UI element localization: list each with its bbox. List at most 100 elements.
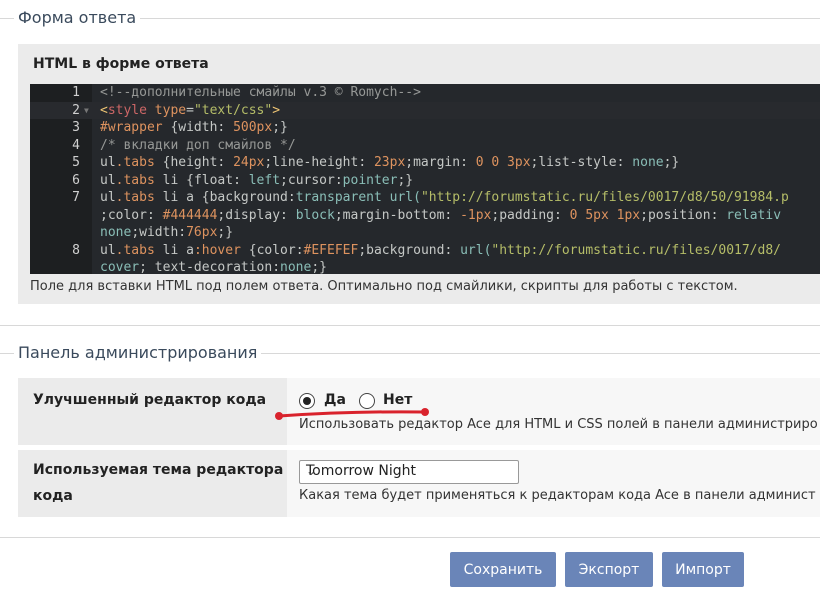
code-token: none bbox=[280, 260, 312, 274]
code-line: 5 ul.tabs {height: 24px; line-height: 23px… bbox=[30, 154, 820, 172]
import-button[interactable]: Импорт bbox=[662, 552, 744, 587]
red-underline-annotation bbox=[275, 408, 429, 420]
code-text: <style type="text/css"> bbox=[100, 102, 280, 120]
line-number: 4 bbox=[72, 137, 80, 153]
answer-form-legend: Форма ответа bbox=[14, 8, 141, 27]
code-token: : bbox=[280, 207, 296, 223]
code-token: pointer bbox=[342, 172, 398, 188]
line-number: 3 bbox=[72, 120, 80, 135]
code-token: none bbox=[632, 155, 664, 170]
code-line: 2 ▼ <style type="text/css"> bbox=[30, 101, 820, 120]
theme-setting-value: Tomorrow Night ⌄ Какая тема будет примен… bbox=[287, 450, 820, 517]
code-token: ; bbox=[100, 207, 108, 223]
theme-setting-label-line1: Используемая тема редактора bbox=[33, 462, 284, 478]
code-token: : bbox=[710, 207, 727, 223]
code-token: > bbox=[272, 102, 281, 118]
code-token: display bbox=[225, 207, 281, 223]
radio-no-label[interactable]: Нет bbox=[383, 392, 412, 408]
radio-yes[interactable] bbox=[299, 393, 315, 409]
code-token: cover bbox=[100, 260, 140, 274]
code-token: { bbox=[162, 120, 179, 135]
code-token: 500px bbox=[233, 120, 273, 135]
code-token: : bbox=[146, 207, 163, 223]
code-line: 4 /* вкладки доп смайлов */ bbox=[30, 137, 820, 155]
fold-arrow-icon[interactable]: ▼ bbox=[84, 102, 89, 120]
code-token: ;} bbox=[272, 120, 288, 135]
code-line: none;width:76px;} bbox=[30, 224, 820, 242]
code-token: float bbox=[193, 172, 234, 188]
code-token: left bbox=[248, 172, 281, 188]
theme-setting-label: Используемая тема редактора кода bbox=[33, 457, 283, 509]
code-token: none bbox=[100, 225, 132, 240]
code-text: cover; text-decoration:none;} bbox=[100, 259, 327, 274]
export-button[interactable]: Экспорт bbox=[565, 552, 653, 587]
code-token: : bbox=[217, 155, 234, 170]
radio-yes-label[interactable]: Да bbox=[324, 392, 346, 408]
code-token: margin-bottom bbox=[342, 207, 445, 223]
code-token: type bbox=[146, 102, 187, 118]
code-token: .tabs bbox=[115, 172, 155, 188]
line-number: 7 bbox=[72, 190, 80, 205]
code-token: .tabs bbox=[115, 155, 155, 170]
code-line: 3 #wrapper {width: 500px;} bbox=[30, 119, 820, 137]
line-number: 2 bbox=[72, 102, 80, 118]
code-token: ul bbox=[100, 242, 116, 258]
code-token: ul bbox=[100, 155, 116, 170]
save-button[interactable]: Сохранить bbox=[450, 552, 556, 587]
code-token: : bbox=[444, 242, 461, 258]
code-token: background bbox=[209, 190, 288, 205]
line-number: 1 bbox=[72, 85, 80, 100]
code-token: 24px bbox=[233, 155, 265, 170]
code-token: 76px bbox=[186, 225, 218, 240]
code-token: : bbox=[444, 207, 461, 223]
html-code-editor[interactable]: 1 <!--дополнительные смайлы v.3 © Romych-… bbox=[30, 84, 820, 274]
code-token: transparent bbox=[295, 190, 390, 205]
code-token: 23px bbox=[373, 155, 406, 170]
code-token: : bbox=[334, 172, 343, 188]
code-token: "http://forumstatic.ru/files/0017/d8/ bbox=[491, 242, 781, 258]
code-token: ; bbox=[640, 207, 648, 223]
code-token: = bbox=[186, 102, 194, 118]
code-token: relativ bbox=[726, 207, 782, 223]
code-token: color bbox=[256, 242, 296, 258]
code-token: block bbox=[295, 207, 335, 223]
code-token: : bbox=[217, 120, 234, 135]
theme-setting-row: Используемая тема редактора кода Tomorro… bbox=[18, 450, 820, 517]
code-token: ;} bbox=[663, 155, 680, 170]
code-token: "http://forumstatic.ru/files/0017/d8/50/… bbox=[420, 190, 789, 205]
code-token: ; bbox=[280, 172, 288, 188]
code-token: : bbox=[616, 155, 633, 170]
code-token: : bbox=[287, 190, 296, 205]
code-text: ul.tabs {height: 24px; line-height: 23px;… bbox=[100, 154, 679, 172]
radio-no[interactable] bbox=[359, 393, 375, 409]
chevron-down-icon: ⌄ bbox=[306, 464, 317, 478]
theme-select[interactable]: Tomorrow Night ⌄ bbox=[299, 460, 519, 484]
code-text: ul.tabs li a {background:transparent url… bbox=[100, 189, 789, 207]
code-token: : bbox=[554, 207, 570, 223]
section-rule-bottom bbox=[0, 537, 820, 538]
line-number: 8 bbox=[72, 242, 80, 258]
code-token: : bbox=[233, 172, 249, 188]
code-token: li a bbox=[154, 242, 194, 258]
code-token: url( bbox=[389, 190, 421, 205]
code-token: ul bbox=[100, 190, 116, 205]
code-token: ul bbox=[100, 172, 116, 188]
code-token: li { bbox=[154, 172, 194, 188]
code-token: ; bbox=[358, 242, 367, 258]
code-token: { bbox=[240, 242, 257, 258]
code-line: 7 ul.tabs li a {background:transparent ur… bbox=[30, 189, 820, 207]
code-token: .tabs bbox=[115, 190, 155, 205]
code-line: 6 ul.tabs li {float: left;cursor:pointer;… bbox=[30, 172, 820, 190]
code-token: ;} bbox=[217, 225, 234, 240]
code-text: #wrapper {width: 500px;} bbox=[100, 119, 288, 137]
line-number: 6 bbox=[72, 172, 80, 188]
code-token: width bbox=[178, 120, 218, 135]
code-token: "text/css" bbox=[193, 102, 273, 118]
code-token: /* вкладки доп смайлов */ bbox=[100, 137, 296, 153]
code-token: : bbox=[178, 225, 187, 240]
code-token: < bbox=[100, 102, 108, 118]
code-token: #wrapper bbox=[100, 120, 163, 135]
theme-setting-description: Какая тема будет применяться к редактора… bbox=[299, 488, 816, 503]
code-token: ;} bbox=[311, 260, 327, 274]
code-token: cursor bbox=[287, 172, 335, 188]
